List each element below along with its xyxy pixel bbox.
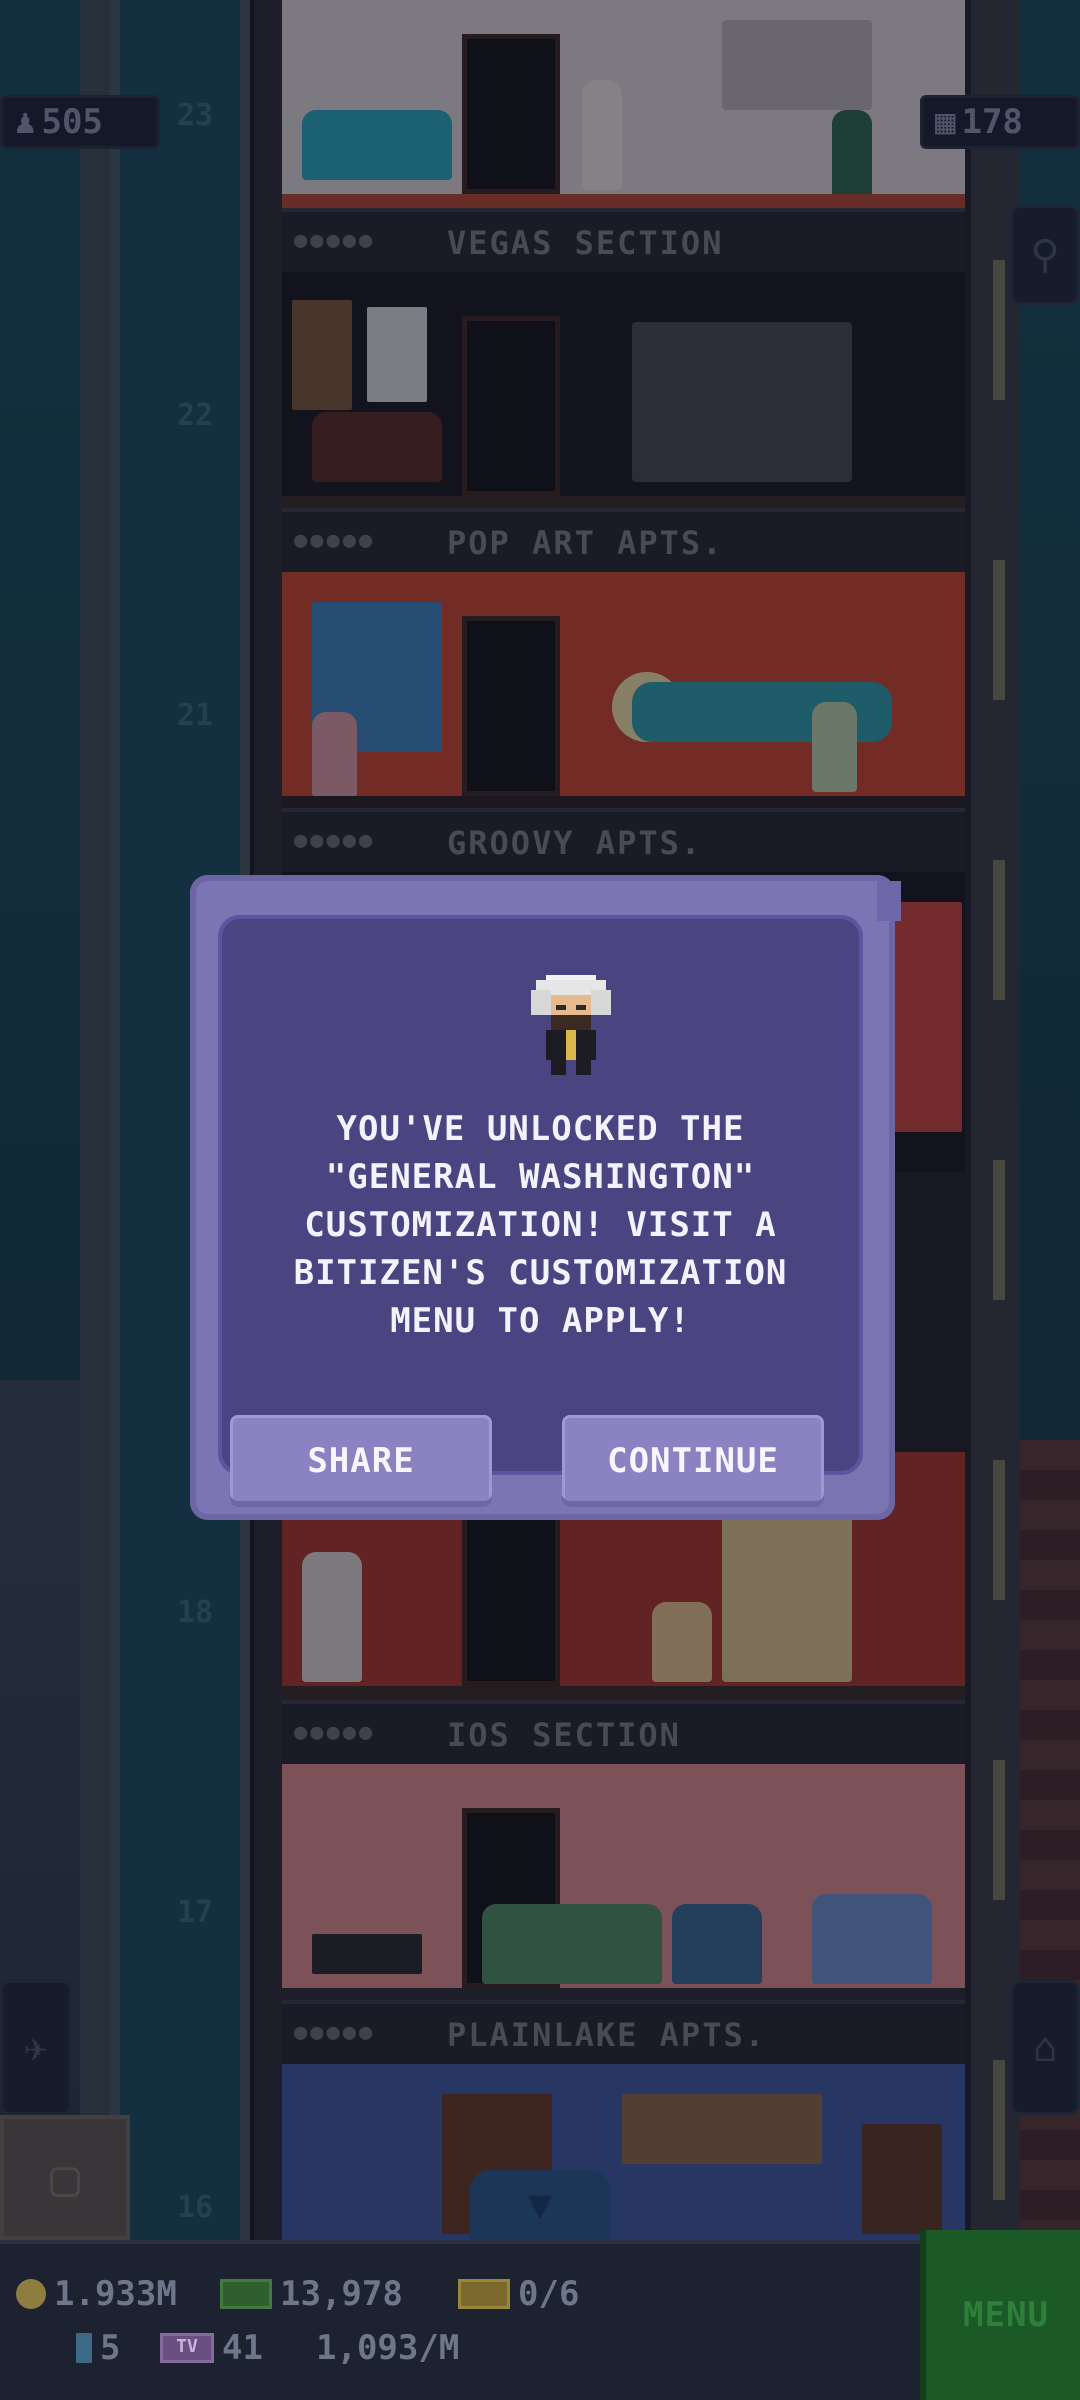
bux-stat[interactable]: 13,978 bbox=[220, 2274, 403, 2314]
message-line: MENU TO APPLY! bbox=[390, 1301, 691, 1341]
game-screen: 23 22 21 18 17 16 ●●●●● VEGAS SECTION ●●… bbox=[0, 0, 1080, 2400]
continue-button[interactable]: CONTINUE bbox=[562, 1415, 824, 1507]
coins-stat[interactable]: 1.933M bbox=[16, 2274, 177, 2314]
tv-icon: TV bbox=[160, 2333, 214, 2363]
coins-value: 1.933M bbox=[54, 2274, 177, 2314]
unlock-dialog: YOU'VE UNLOCKED THE "GENERAL WASHINGTON"… bbox=[190, 875, 901, 1520]
bux-value: 13,978 bbox=[280, 2274, 403, 2314]
general-washington-avatar bbox=[531, 975, 611, 1075]
bux-icon bbox=[220, 2279, 272, 2309]
tv-stat[interactable]: TV 41 bbox=[160, 2328, 263, 2368]
unlock-message: YOU'VE UNLOCKED THE "GENERAL WASHINGTON"… bbox=[278, 1105, 803, 1345]
menu-button[interactable]: MENU bbox=[920, 2230, 1080, 2400]
tickets-stat[interactable]: 0/6 bbox=[458, 2274, 579, 2314]
message-line: YOU'VE UNLOCKED THE bbox=[336, 1109, 745, 1149]
message-line: "GENERAL WASHINGTON" bbox=[325, 1157, 756, 1197]
vip-value: 5 bbox=[100, 2328, 121, 2368]
vip-icon bbox=[76, 2333, 92, 2363]
income-rate-value: 1,093/M bbox=[316, 2328, 460, 2368]
vip-stat[interactable]: 5 bbox=[76, 2328, 120, 2368]
tv-value: 41 bbox=[222, 2328, 263, 2368]
ticket-icon bbox=[458, 2279, 510, 2309]
message-line: CUSTOMIZATION! VISIT A bbox=[304, 1205, 777, 1245]
bottom-status-bar: 1.933M 13,978 0/6 5 TV 41 1,093/M bbox=[0, 2240, 1080, 2400]
income-rate: 1,093/M bbox=[316, 2328, 459, 2368]
message-line: BITIZEN'S CUSTOMIZATION bbox=[293, 1253, 788, 1293]
tickets-value: 0/6 bbox=[518, 2274, 580, 2314]
share-button[interactable]: SHARE bbox=[230, 1415, 492, 1507]
dialog-panel: YOU'VE UNLOCKED THE "GENERAL WASHINGTON"… bbox=[218, 915, 863, 1507]
coin-icon bbox=[16, 2279, 46, 2309]
